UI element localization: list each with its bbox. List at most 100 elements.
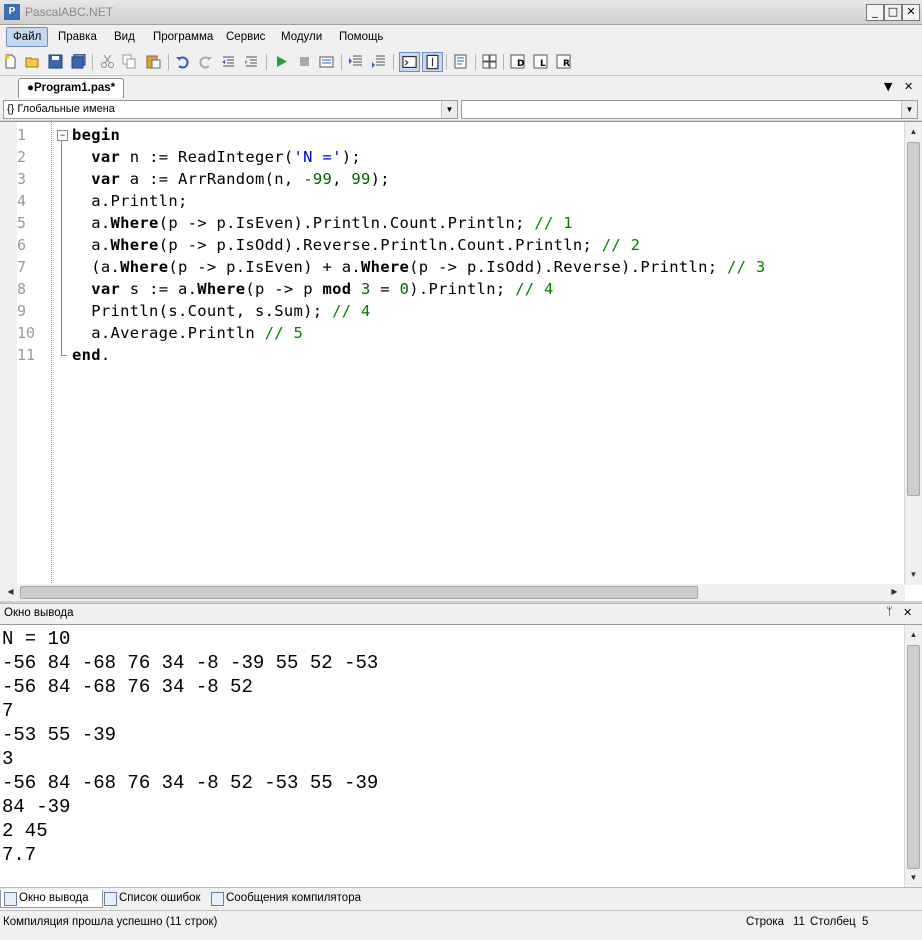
toolbar-separator bbox=[475, 54, 476, 70]
console-toggle-icon[interactable] bbox=[399, 52, 420, 72]
code-line[interactable]: begin bbox=[72, 124, 120, 146]
tab-program1[interactable]: ●Program1.pas* bbox=[18, 78, 125, 98]
tab-output-window[interactable]: Окно вывода bbox=[0, 890, 103, 908]
scroll-thumb[interactable] bbox=[907, 142, 920, 496]
code-editor[interactable]: 1 2 3 4 5 6 7 8 9 10 11 − begin var n := ReadInteg… bbox=[0, 121, 922, 601]
code-comment: // 2 bbox=[601, 236, 641, 254]
scroll-thumb[interactable] bbox=[20, 586, 698, 599]
editor-horizontal-scrollbar[interactable]: ◀ ▶ bbox=[0, 584, 905, 601]
line-number: 4 bbox=[17, 192, 27, 210]
code-text: Println(s.Count, s.Sum); bbox=[72, 302, 333, 320]
form-designer-icon[interactable] bbox=[482, 54, 497, 69]
output-toggle-icon[interactable] bbox=[422, 52, 443, 72]
tab-compiler-messages[interactable]: Сообщения компилятора bbox=[208, 890, 369, 907]
code-text: a. bbox=[72, 214, 111, 232]
indent-icon[interactable] bbox=[244, 54, 259, 69]
line-number: 1 bbox=[17, 126, 27, 144]
menu-service[interactable]: Сервис bbox=[220, 28, 271, 46]
output-window[interactable]: N = 10 -56 84 -68 76 34 -8 -39 55 52 -53-… bbox=[0, 624, 922, 887]
stop-icon[interactable] bbox=[297, 54, 312, 69]
scroll-down-icon[interactable]: ▼ bbox=[905, 870, 922, 886]
code-keyword: mod bbox=[322, 280, 352, 298]
code-comment: // 5 bbox=[264, 324, 304, 342]
snippet-l-icon[interactable]: L bbox=[533, 54, 548, 69]
menu-program[interactable]: Программа bbox=[147, 28, 219, 46]
maximize-button[interactable]: □ bbox=[884, 4, 902, 21]
close-tab-icon[interactable]: ✕ bbox=[904, 80, 913, 93]
tab-error-list[interactable]: Список ошибок bbox=[101, 890, 209, 907]
scroll-right-icon[interactable]: ▶ bbox=[886, 584, 903, 600]
close-window-button[interactable]: ✕ bbox=[902, 4, 920, 21]
minimize-button[interactable]: _ bbox=[866, 4, 884, 21]
scroll-up-icon[interactable]: ▲ bbox=[905, 124, 922, 140]
code-line[interactable]: a.Where(p -> p.IsEven).Println.Count.Pri… bbox=[72, 212, 573, 234]
cut-icon[interactable] bbox=[100, 54, 115, 69]
snippet-r-icon[interactable]: R bbox=[556, 54, 571, 69]
compile-status: Компиляция прошла успешно (11 строк) bbox=[3, 916, 218, 928]
menu-view[interactable]: Вид bbox=[108, 28, 141, 46]
toolbar-separator bbox=[341, 54, 342, 70]
editor-vertical-scrollbar[interactable]: ▲ ▼ bbox=[904, 122, 922, 585]
document-tab-strip: ●Program1.pas* ▼ ✕ bbox=[0, 76, 922, 98]
scroll-thumb[interactable] bbox=[907, 645, 920, 869]
snippet-d-icon[interactable]: D bbox=[510, 54, 525, 69]
undo-icon[interactable] bbox=[175, 54, 190, 69]
line-number: 3 bbox=[17, 170, 27, 188]
paste-icon[interactable] bbox=[146, 54, 161, 69]
code-line[interactable]: (a.Where(p -> p.IsEven) + a.Where(p -> p… bbox=[72, 256, 766, 278]
menu-help[interactable]: Помощь bbox=[333, 28, 389, 46]
code-line[interactable]: a.Where(p -> p.IsOdd).Reverse.Println.Co… bbox=[72, 234, 640, 256]
copy-icon[interactable] bbox=[122, 54, 137, 69]
menu-modules[interactable]: Модули bbox=[275, 28, 328, 46]
code-keyword: Where bbox=[110, 214, 159, 232]
scroll-down-icon[interactable]: ▼ bbox=[905, 567, 922, 583]
breakpoint-gutter[interactable] bbox=[0, 122, 17, 585]
output-line: 3 bbox=[2, 748, 14, 770]
code-line[interactable]: a.Average.Println // 5 bbox=[72, 322, 303, 344]
tab-list-dropdown-icon[interactable]: ▼ bbox=[884, 80, 892, 93]
code-line[interactable]: var s := a.Where(p -> p mod 3 = 0).Print… bbox=[72, 278, 554, 300]
scroll-left-icon[interactable]: ◀ bbox=[2, 584, 19, 600]
code-line[interactable]: end. bbox=[72, 344, 111, 366]
scope-combo[interactable]: {} Глобальные имена ▼ bbox=[3, 100, 458, 119]
redo-icon[interactable] bbox=[198, 54, 213, 69]
unindent-icon[interactable] bbox=[221, 54, 236, 69]
format-code-icon[interactable] bbox=[453, 54, 468, 69]
close-panel-icon[interactable]: ✕ bbox=[903, 606, 912, 619]
output-vertical-scrollbar[interactable]: ▲ ▼ bbox=[904, 625, 922, 887]
output-panel-header: Окно вывода ᛘ ✕ bbox=[0, 603, 922, 624]
member-combo[interactable]: ▼ bbox=[461, 100, 918, 119]
code-line[interactable]: var n := ReadInteger('N ='); bbox=[72, 146, 361, 168]
menu-file[interactable]: Файл bbox=[6, 27, 49, 47]
svg-text:L: L bbox=[540, 59, 546, 69]
run-icon[interactable] bbox=[274, 54, 289, 69]
code-number: -99 bbox=[303, 170, 333, 188]
code-line[interactable]: var a := ArrRandom(n, -99, 99); bbox=[72, 168, 390, 190]
code-keyword: begin bbox=[72, 126, 121, 144]
save-icon[interactable] bbox=[48, 54, 63, 69]
code-line[interactable]: a.Println; bbox=[72, 190, 188, 212]
window-title: PascalABC.NET bbox=[25, 5, 114, 19]
column-label: Столбец bbox=[810, 916, 856, 928]
code-line[interactable]: Println(s.Count, s.Sum); // 4 bbox=[72, 300, 371, 322]
line-number: 7 bbox=[17, 258, 27, 276]
save-all-icon[interactable] bbox=[71, 54, 86, 69]
pin-icon[interactable]: ᛘ bbox=[886, 606, 893, 618]
scope-combo-value: {} Глобальные имена bbox=[7, 103, 115, 115]
open-file-icon[interactable] bbox=[25, 54, 40, 69]
toolbar-separator bbox=[92, 54, 93, 70]
row-label: Строка bbox=[746, 916, 785, 928]
debug-icon[interactable] bbox=[319, 54, 334, 69]
menu-edit[interactable]: Правка bbox=[52, 28, 103, 46]
scroll-up-icon[interactable]: ▲ bbox=[905, 627, 922, 643]
fold-collapse-icon[interactable]: − bbox=[57, 130, 68, 141]
svg-text:D: D bbox=[517, 59, 524, 69]
new-file-icon[interactable] bbox=[3, 54, 18, 69]
chevron-down-icon[interactable]: ▼ bbox=[441, 101, 457, 118]
step-into-icon[interactable] bbox=[348, 54, 363, 69]
code-text: a.Println; bbox=[72, 192, 188, 210]
chevron-down-icon[interactable]: ▼ bbox=[901, 101, 917, 118]
step-over-icon[interactable] bbox=[371, 54, 386, 69]
code-text: (p -> p.IsEven).Println.Count.Println; bbox=[158, 214, 535, 232]
